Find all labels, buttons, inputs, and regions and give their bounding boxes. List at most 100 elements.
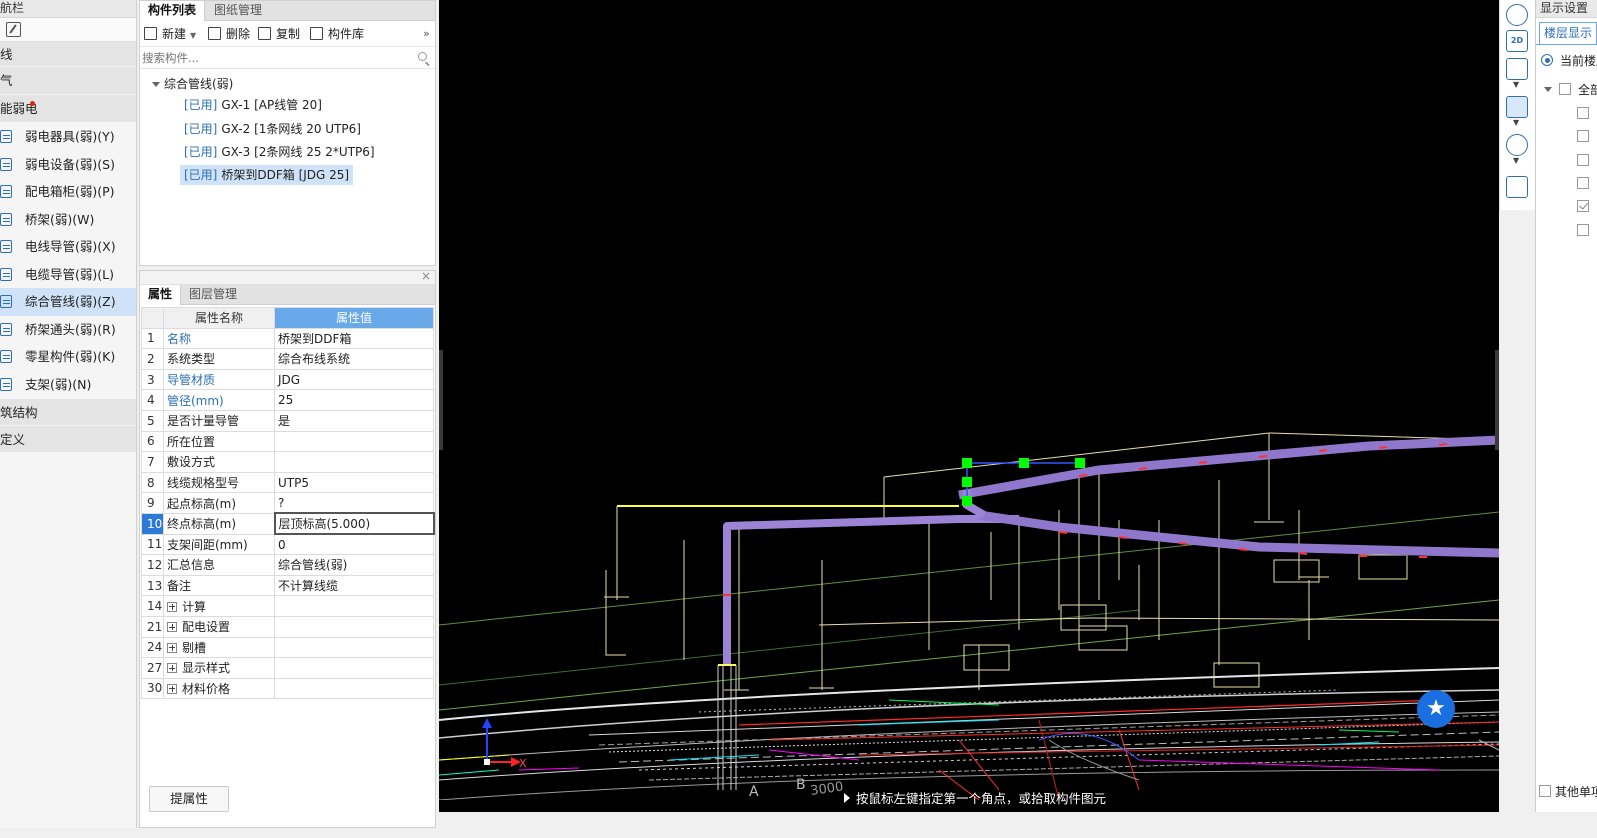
- table-row[interactable]: 3 导管材质 JDG: [141, 368, 434, 391]
- expand-plus-icon[interactable]: [167, 622, 177, 633]
- prop-value[interactable]: 25: [274, 389, 434, 411]
- table-row-group[interactable]: 14 计算: [141, 595, 434, 617]
- tree-item[interactable]: [已用] GX-2 [1条网线 20 UTP6]: [180, 119, 365, 139]
- view-3d-icon[interactable]: [1506, 58, 1528, 80]
- nav-item[interactable]: 电线导管(弱)(X): [0, 233, 136, 261]
- table-row-group[interactable]: 30 材料价格: [141, 677, 434, 700]
- table-row[interactable]: 1 名称 桥架到DDF箱: [141, 327, 434, 350]
- search-input[interactable]: [142, 49, 412, 67]
- header-value: 属性值: [274, 307, 434, 329]
- floor-checkbox[interactable]: [1577, 107, 1589, 119]
- extract-properties-button[interactable]: 提属性: [149, 786, 229, 812]
- star-icon[interactable]: ★: [1417, 690, 1455, 728]
- tree-root[interactable]: 综合管线(弱): [152, 75, 233, 93]
- dynamic-view-icon[interactable]: [1506, 4, 1528, 26]
- expand-plus-icon[interactable]: [167, 683, 177, 694]
- expand-icon[interactable]: [152, 82, 160, 87]
- left-splitter[interactable]: [439, 350, 443, 450]
- table-row[interactable]: 6 所在位置: [141, 430, 434, 453]
- table-row[interactable]: 13 备注 不计算线缆: [141, 574, 434, 597]
- nav-item[interactable]: 桥架(弱)(W): [0, 206, 136, 234]
- floor-checkbox-checked[interactable]: [1577, 200, 1589, 212]
- chevron-down-icon[interactable]: ▼: [190, 31, 196, 40]
- prop-value[interactable]: 综合布线系统: [274, 348, 434, 370]
- search-icon[interactable]: [418, 52, 427, 61]
- expand-plus-icon[interactable]: [167, 642, 177, 653]
- nav-item[interactable]: 配电箱柜(弱)(P): [0, 178, 136, 206]
- viewport-drawing[interactable]: X A B 3000: [439, 0, 1499, 812]
- close-icon[interactable]: ×: [421, 269, 431, 283]
- cad-viewport[interactable]: X A B 3000 按鼠标左键指定第一个角点，或拾取构件图元 ★: [439, 0, 1499, 812]
- delete-button[interactable]: 删除: [208, 26, 250, 42]
- tree-item[interactable]: [已用] GX-1 [AP线管 20]: [180, 95, 326, 115]
- table-row-group[interactable]: 21 配电设置: [141, 615, 434, 638]
- expand-plus-icon[interactable]: [167, 663, 177, 674]
- layer-settings-icon[interactable]: [1506, 176, 1528, 198]
- table-row[interactable]: 4 管径(mm) 25: [141, 389, 434, 411]
- copy-button[interactable]: 复制: [258, 26, 300, 42]
- nav-item[interactable]: 支架(弱)(N): [0, 371, 136, 399]
- floor-checkbox[interactable]: [1577, 177, 1589, 189]
- right-splitter[interactable]: [1495, 350, 1499, 450]
- prop-value[interactable]: UTP5: [274, 471, 434, 494]
- prop-value[interactable]: JDG: [274, 368, 434, 391]
- library-button[interactable]: 构件库: [310, 26, 364, 42]
- prop-value[interactable]: [274, 451, 434, 473]
- floor-checkbox[interactable]: [1577, 154, 1589, 166]
- table-row[interactable]: 7 敷设方式: [141, 451, 434, 473]
- prop-value[interactable]: ?: [274, 492, 434, 514]
- rotate-icon[interactable]: [1506, 134, 1528, 156]
- table-row-group[interactable]: 27 显示样式: [141, 657, 434, 679]
- nav-item[interactable]: 弱电器具(弱)(Y): [0, 123, 136, 151]
- view-2d-icon[interactable]: 2D: [1506, 30, 1528, 52]
- nav-item[interactable]: 零星构件(弱)(K): [0, 343, 136, 371]
- nav-item[interactable]: 桥架通头(弱)(R): [0, 316, 136, 344]
- expand-icon[interactable]: [1544, 87, 1552, 92]
- tree-item-selected[interactable]: [已用] 桥架到DDF箱 [JDG 25]: [180, 165, 354, 185]
- prop-value[interactable]: 0: [274, 533, 434, 556]
- tab-component-list[interactable]: 构件列表: [140, 1, 206, 21]
- table-row[interactable]: 12 汇总信息 综合管线(弱): [141, 554, 434, 576]
- chevron-down-icon[interactable]: ▼: [1513, 156, 1519, 165]
- current-floor-radio[interactable]: [1541, 54, 1553, 66]
- nav-category[interactable]: 气: [0, 67, 136, 95]
- nav-title: 航栏: [0, 0, 136, 18]
- table-row[interactable]: 9 起点标高(m)?: [141, 492, 434, 514]
- prop-value[interactable]: 不计算线缆: [274, 574, 434, 597]
- chevron-down-icon[interactable]: ▼: [1513, 80, 1519, 89]
- table-row[interactable]: 8 线缆规格型号 UTP5: [141, 471, 434, 494]
- expand-plus-icon[interactable]: [167, 601, 177, 612]
- all-checkbox[interactable]: [1559, 83, 1571, 95]
- grid-axis-label: A: [749, 784, 759, 800]
- floor-checkbox[interactable]: [1577, 224, 1589, 236]
- nav-category[interactable]: 定义: [0, 426, 136, 453]
- other-items-checkbox[interactable]: [1539, 785, 1551, 797]
- prop-value[interactable]: 是: [274, 409, 434, 432]
- tab-properties[interactable]: 属性: [140, 285, 182, 305]
- tab-layer-management[interactable]: 图层管理: [181, 285, 245, 305]
- table-row[interactable]: 11 支架间距(mm) 0: [141, 533, 434, 556]
- nav-item-active[interactable]: 综合管线(弱)(Z): [0, 288, 136, 316]
- tab-drawing-management[interactable]: 图纸管理: [206, 1, 270, 21]
- view-cube-icon[interactable]: [1506, 96, 1528, 118]
- tab-floor-display[interactable]: 楼层显示: [1539, 22, 1597, 44]
- floor-checkbox[interactable]: [1577, 130, 1589, 142]
- table-row[interactable]: 2 系统类型 综合布线系统: [141, 348, 434, 370]
- prop-value-editor[interactable]: 层顶标高(5.000): [273, 512, 435, 536]
- nav-item[interactable]: 电缆导管(弱)(L): [0, 261, 136, 289]
- prop-value[interactable]: [274, 430, 434, 453]
- more-button[interactable]: »: [423, 26, 430, 42]
- nav-category-weak[interactable]: 能弱电: [0, 95, 136, 123]
- nav-category[interactable]: 筑结构: [0, 399, 136, 426]
- table-row[interactable]: 5 是否计量导管是: [141, 409, 434, 432]
- new-button[interactable]: 新建 ▼: [144, 26, 196, 42]
- nav-category[interactable]: 线: [0, 42, 136, 67]
- prop-value[interactable]: 综合管线(弱): [274, 554, 434, 576]
- table-row-active[interactable]: 10 终点标高(m) 层顶标高(5.000): [141, 512, 435, 536]
- edit-icon[interactable]: [6, 22, 21, 37]
- tree-item[interactable]: [已用] GX-3 [2条网线 25 2*UTP6]: [180, 142, 379, 162]
- prop-value[interactable]: 桥架到DDF箱: [274, 327, 434, 350]
- nav-item[interactable]: 弱电设备(弱)(S): [0, 151, 136, 179]
- chevron-down-icon[interactable]: ▼: [1513, 118, 1519, 127]
- table-row-group[interactable]: 24 剔槽: [141, 636, 434, 659]
